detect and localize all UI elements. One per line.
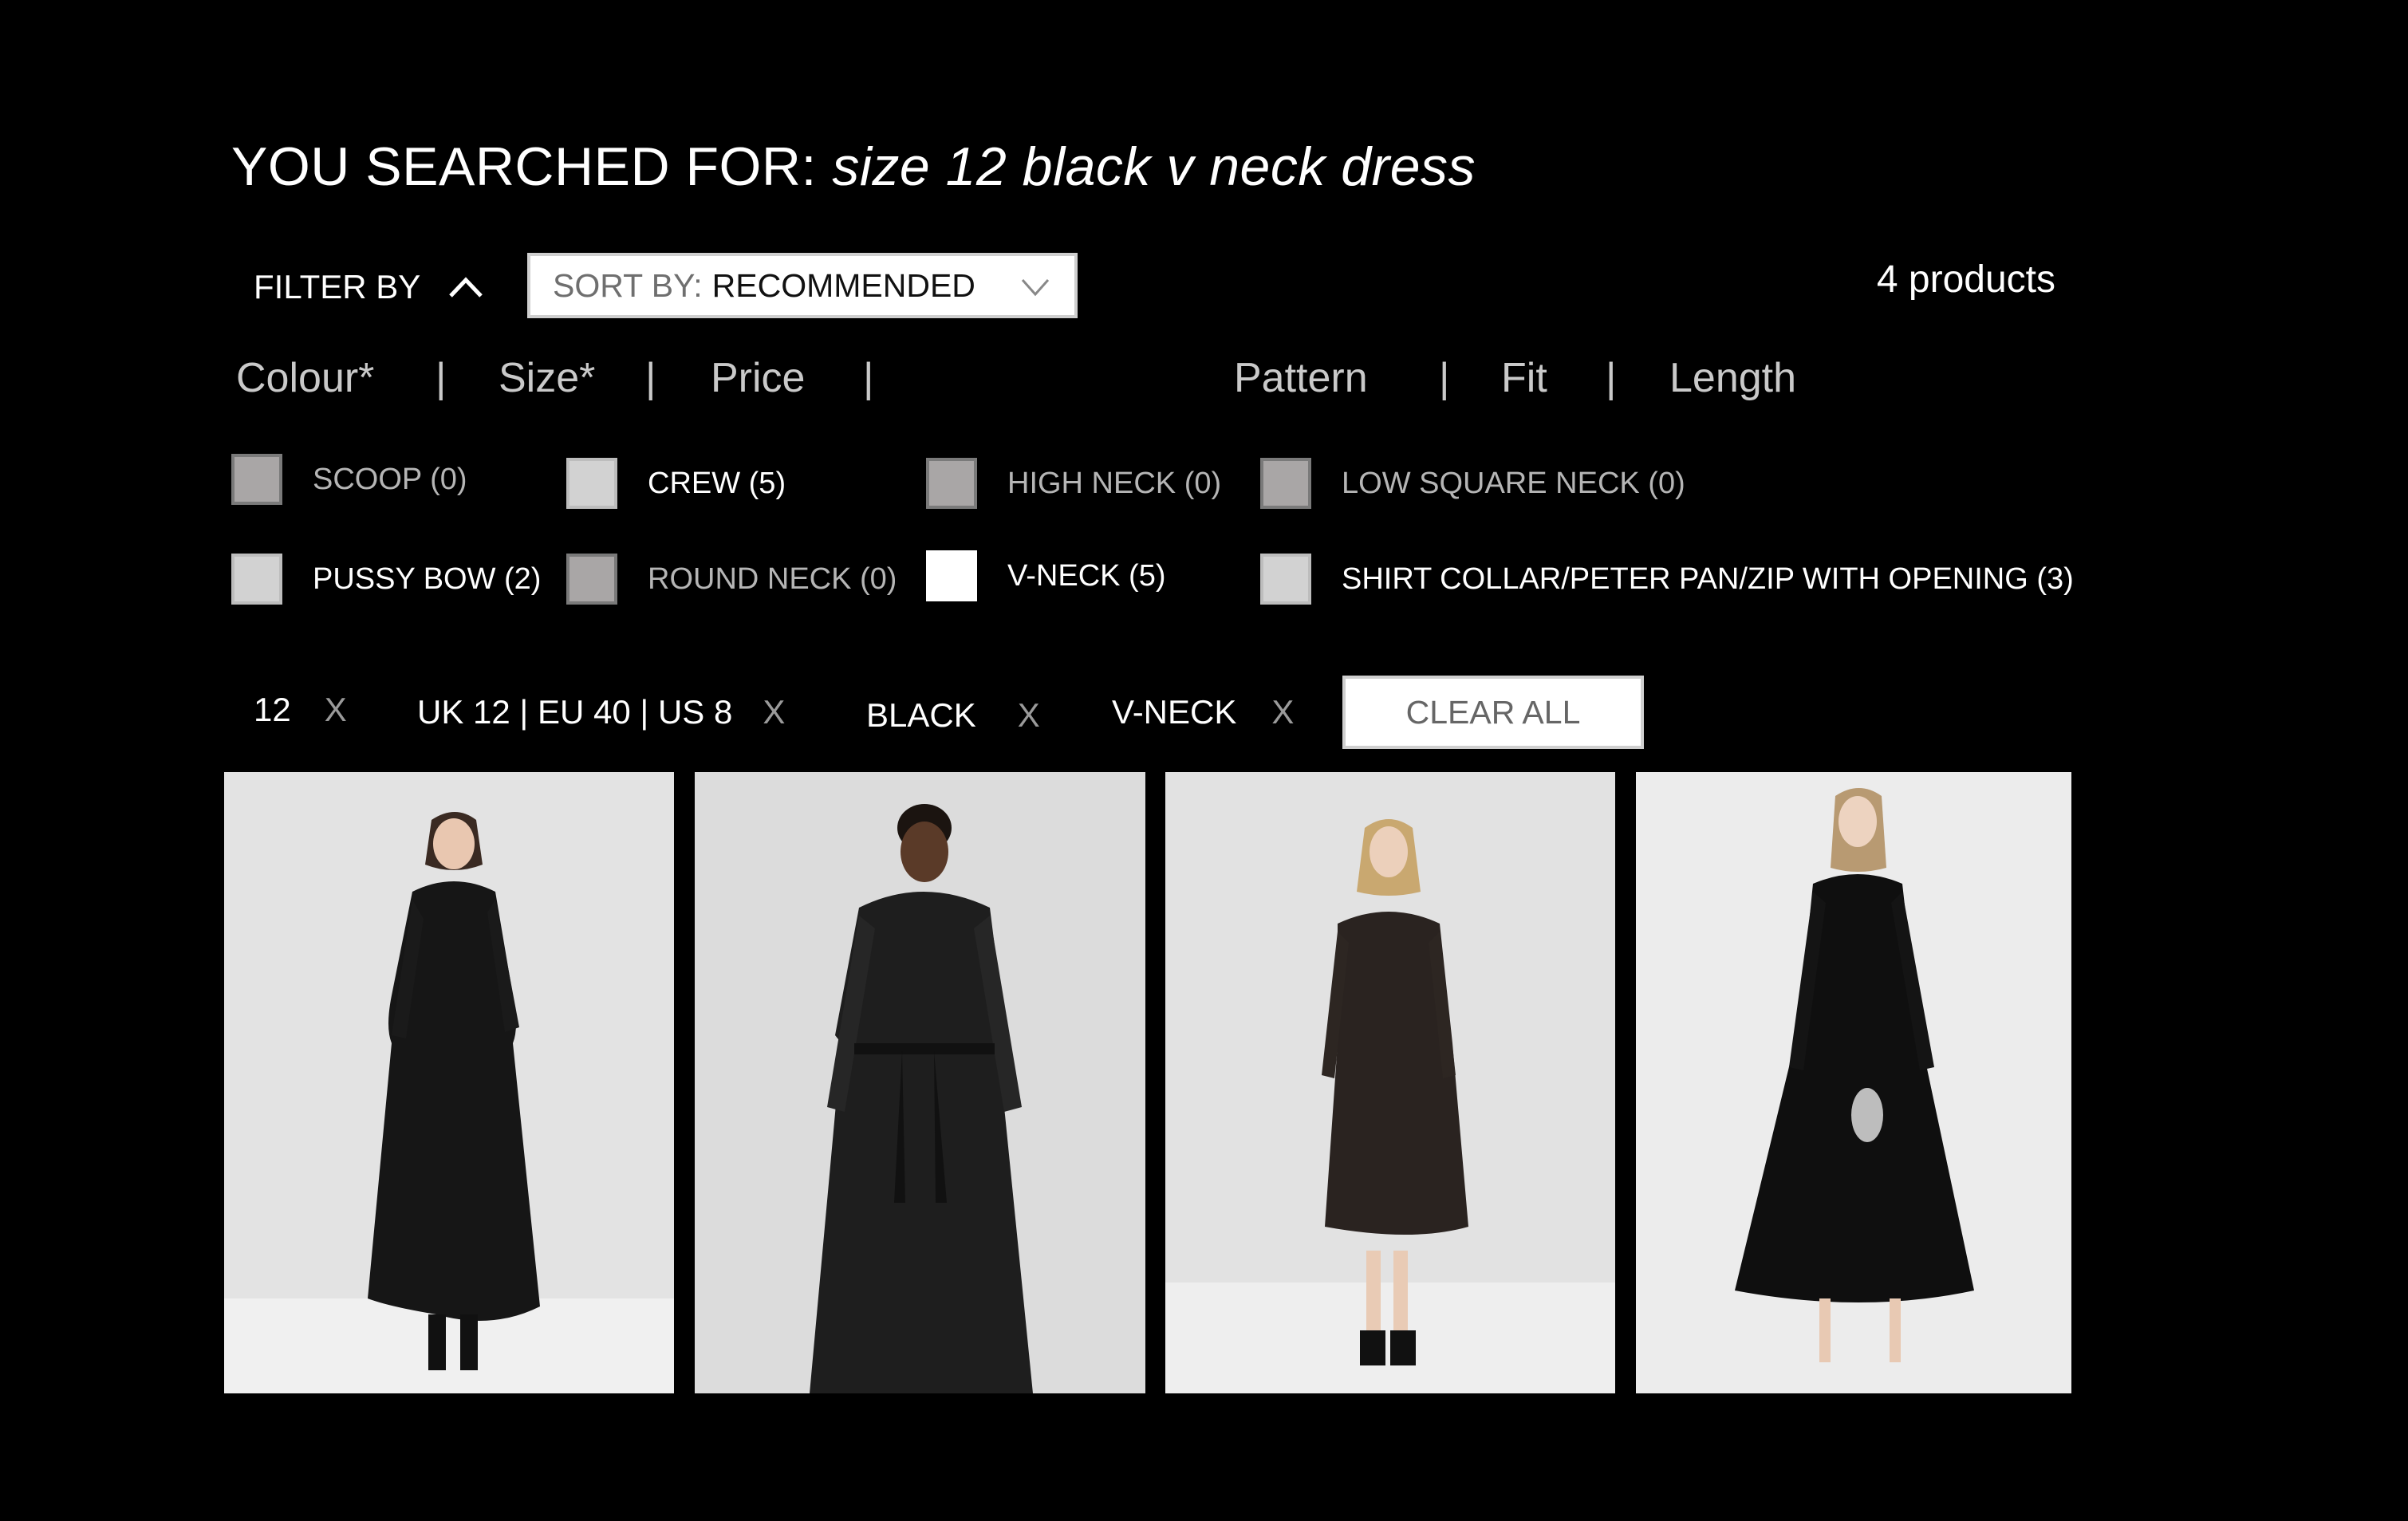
tab-price[interactable]: Price xyxy=(711,354,805,402)
search-query: size 12 black v neck dress xyxy=(832,136,1476,197)
product-image xyxy=(1636,772,2071,1393)
checkbox[interactable] xyxy=(231,554,282,605)
chip-label: BLACK xyxy=(866,696,976,734)
chip-label: 12 xyxy=(254,691,291,728)
product-image xyxy=(695,772,1145,1393)
neckline-option-v-neck[interactable]: V-NECK (5) xyxy=(926,550,1165,601)
neckline-option-low-square-neck[interactable]: LOW SQUARE NECK (0) xyxy=(1260,458,1685,509)
product-image xyxy=(224,772,674,1393)
tab-separator: | xyxy=(645,355,656,401)
tab-size[interactable]: Size* xyxy=(499,354,595,402)
option-label: LOW SQUARE NECK (0) xyxy=(1342,466,1685,500)
clear-all-button[interactable]: CLEAR ALL xyxy=(1342,676,1644,749)
active-filter-chip: UK 12 | EU 40 | US 8 X xyxy=(417,693,785,731)
tab-length[interactable]: Length xyxy=(1669,354,1796,402)
product-card-2[interactable] xyxy=(695,772,1145,1393)
option-label: SHIRT COLLAR/PETER PAN/ZIP WITH OPENING … xyxy=(1342,562,2074,596)
search-heading: YOU SEARCHED FOR: size 12 black v neck d… xyxy=(231,136,1476,198)
filter-by-toggle[interactable]: FILTER BY xyxy=(254,268,484,306)
product-card-4[interactable] xyxy=(1636,772,2071,1393)
option-label: ROUND NECK (0) xyxy=(648,562,897,596)
neckline-option-scoop[interactable]: SCOOP (0) xyxy=(231,454,467,505)
option-label: CREW (5) xyxy=(648,466,786,500)
checkbox[interactable] xyxy=(1260,554,1311,605)
remove-filter-icon[interactable]: X xyxy=(1271,693,1294,731)
neckline-option-crew[interactable]: CREW (5) xyxy=(566,458,786,509)
product-image xyxy=(1165,772,1615,1393)
product-count: 4 products xyxy=(1876,258,2055,301)
sort-value: RECOMMENDED xyxy=(711,266,975,304)
checkbox[interactable] xyxy=(926,550,977,601)
option-label: V-NECK (5) xyxy=(1007,558,1166,593)
neckline-option-pussy-bow[interactable]: PUSSY BOW (2) xyxy=(231,554,541,605)
checkbox[interactable] xyxy=(1260,458,1311,509)
tab-separator: | xyxy=(863,355,874,401)
checkbox[interactable] xyxy=(566,554,617,605)
active-filter-chip: BLACK X xyxy=(866,696,1040,735)
tab-separator: | xyxy=(1439,355,1450,401)
chevron-up-icon xyxy=(449,277,483,298)
chip-label: UK 12 | EU 40 | US 8 xyxy=(417,693,733,731)
neckline-option-round-neck[interactable]: ROUND NECK (0) xyxy=(566,554,897,605)
sort-prefix: SORT BY: xyxy=(553,266,703,304)
sort-select[interactable]: SORT BY: RECOMMENDED xyxy=(527,253,1078,318)
tab-colour[interactable]: Colour* xyxy=(236,354,374,402)
neckline-option-high-neck[interactable]: HIGH NECK (0) xyxy=(926,458,1221,509)
option-label: HIGH NECK (0) xyxy=(1007,466,1222,500)
tab-separator: | xyxy=(1606,355,1617,401)
remove-filter-icon[interactable]: X xyxy=(325,691,347,729)
search-heading-prefix: YOU SEARCHED FOR: xyxy=(231,136,817,197)
product-card-3[interactable] xyxy=(1165,772,1615,1393)
tab-pattern[interactable]: Pattern xyxy=(1234,354,1368,402)
checkbox[interactable] xyxy=(926,458,977,509)
checkbox[interactable] xyxy=(566,458,617,509)
option-label: SCOOP (0) xyxy=(313,462,467,496)
product-card-1[interactable] xyxy=(224,772,674,1393)
active-filter-chip: V-NECK X xyxy=(1112,693,1294,731)
chip-label: V-NECK xyxy=(1112,693,1237,731)
remove-filter-icon[interactable]: X xyxy=(1018,696,1040,735)
chevron-down-icon xyxy=(1021,279,1050,297)
checkbox[interactable] xyxy=(231,454,282,505)
option-label: PUSSY BOW (2) xyxy=(313,562,542,596)
neckline-option-shirt-collar[interactable]: SHIRT COLLAR/PETER PAN/ZIP WITH OPENING … xyxy=(1260,554,2074,605)
filter-by-label: FILTER BY xyxy=(254,268,421,305)
active-filter-chip: 12 X xyxy=(254,691,347,729)
remove-filter-icon[interactable]: X xyxy=(763,693,785,731)
filter-tabs: Colour* | Size* | Price | Pattern | Fit … xyxy=(236,354,1831,402)
tab-fit[interactable]: Fit xyxy=(1501,354,1547,402)
tab-separator: | xyxy=(435,355,447,401)
